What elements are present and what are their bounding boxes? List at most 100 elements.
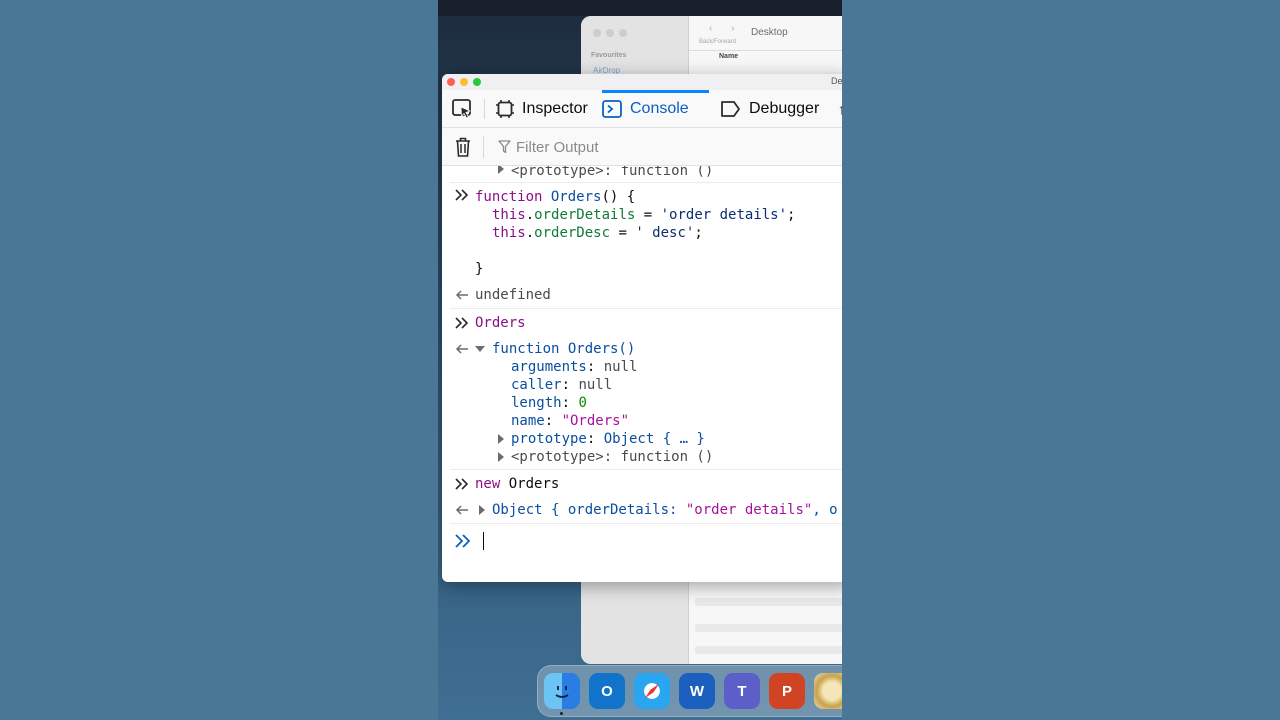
finder-icon[interactable] <box>544 673 580 709</box>
input-prompt-icon <box>455 189 469 201</box>
code-text: . <box>525 225 535 241</box>
photos-icon[interactable] <box>814 673 842 709</box>
running-indicator <box>560 712 563 715</box>
more-tabs-icon[interactable]: ↑ <box>838 90 842 128</box>
collapse-arrow-icon[interactable] <box>475 346 485 352</box>
prototype-entry[interactable]: <prototype>: function () <box>511 448 713 466</box>
tab-console[interactable]: Console <box>602 90 689 128</box>
property-value: 0 <box>578 395 587 411</box>
keyword: this <box>492 207 526 223</box>
keyword: function <box>475 189 543 205</box>
object-property[interactable]: prototype: Object { … } <box>511 430 705 448</box>
finder-close-button[interactable] <box>593 29 601 37</box>
safari-icon[interactable] <box>634 673 670 709</box>
console-input-line: new Orders <box>475 475 559 493</box>
finder-back-forward-label: Back/Forward <box>699 39 737 45</box>
object-result[interactable]: Object { orderDetails: "order details", … <box>492 501 838 519</box>
minimize-button[interactable] <box>460 78 468 86</box>
debugger-icon <box>721 101 740 117</box>
string-value: "order details" <box>685 502 813 518</box>
teams-letter: T <box>737 682 747 700</box>
element-picker-icon[interactable] <box>452 99 473 119</box>
console-input-line: } <box>475 261 484 277</box>
finder-row[interactable] <box>695 646 842 654</box>
devtools-window: De Inspector Console Debugger ↑ Filter O… <box>442 74 842 582</box>
outlook-icon[interactable]: O <box>589 673 625 709</box>
expand-arrow-icon[interactable] <box>498 434 504 444</box>
output-arrow-icon <box>455 290 468 300</box>
tab-inspector[interactable]: Inspector <box>496 90 588 128</box>
code-text: Orders <box>500 476 560 492</box>
object-property: arguments: null <box>511 358 637 376</box>
message-separator <box>450 523 842 524</box>
property-name: orderDesc <box>534 225 611 241</box>
filter-divider <box>483 136 484 158</box>
colon: : <box>544 413 562 429</box>
code-text: ; <box>787 207 796 223</box>
toolbar-divider <box>484 99 485 119</box>
powerpoint-icon[interactable]: P <box>769 673 805 709</box>
compass-icon <box>644 683 660 699</box>
output-arrow-icon <box>455 344 468 354</box>
finder-zoom-button[interactable] <box>619 29 627 37</box>
property-key: name <box>511 413 545 429</box>
filter-icon <box>498 140 511 154</box>
expand-arrow-icon[interactable] <box>479 505 485 515</box>
finder-row[interactable] <box>695 624 842 632</box>
tab-inspector-label: Inspector <box>522 100 588 117</box>
finder-name-column-header[interactable]: Name <box>719 53 738 60</box>
finder-favourites-heading: Favourites <box>591 52 627 59</box>
message-separator <box>450 182 842 183</box>
message-separator <box>450 469 842 470</box>
filter-output-input[interactable] <box>516 137 816 157</box>
tab-debugger[interactable]: Debugger <box>720 90 819 128</box>
tab-debugger-label: Debugger <box>749 100 820 117</box>
word-icon[interactable]: W <box>679 673 715 709</box>
finder-nav-arrows[interactable]: ‹ › <box>709 23 742 34</box>
code-text: ; <box>694 225 703 241</box>
word-letter: W <box>689 682 705 700</box>
function-object-header[interactable]: function Orders() <box>492 340 635 358</box>
expand-arrow-icon[interactable] <box>498 452 504 462</box>
console-output[interactable]: <prototype>: function () function Orders… <box>442 166 842 582</box>
output-arrow-icon <box>455 505 468 515</box>
code-text: () { <box>601 189 636 205</box>
colon: : <box>586 359 604 375</box>
close-button[interactable] <box>447 78 455 86</box>
colon: : <box>561 395 579 411</box>
function-name: Orders <box>550 189 602 205</box>
console-icon <box>602 100 622 118</box>
inspector-icon <box>496 100 514 118</box>
input-prompt-icon <box>455 317 469 329</box>
finder-title: Desktop <box>751 27 788 38</box>
input-prompt-icon <box>455 478 469 490</box>
keyword: this <box>492 225 526 241</box>
finder-divider <box>689 50 842 51</box>
finder-row[interactable] <box>695 598 842 606</box>
console-input-caret[interactable] <box>483 532 484 550</box>
finder-face-icon <box>555 686 569 698</box>
powerpoint-letter: P <box>781 682 792 700</box>
object-property: name: "Orders" <box>511 412 629 430</box>
code-text: = <box>610 225 636 241</box>
property-key: length <box>511 395 562 411</box>
string-literal: ' desc' <box>635 225 695 241</box>
finder-minimize-button[interactable] <box>606 29 614 37</box>
prototype-entry: <prototype>: function () <box>511 166 714 179</box>
teams-icon[interactable]: T <box>724 673 760 709</box>
string-literal: 'order details' <box>660 207 788 223</box>
blurred-background-left <box>0 0 438 720</box>
console-filter-bar <box>442 128 842 166</box>
devtools-titlebar: De <box>442 74 842 90</box>
expand-arrow-icon[interactable] <box>498 166 504 174</box>
message-separator <box>450 308 842 309</box>
object-property: length: 0 <box>511 394 587 412</box>
colon: : <box>586 431 604 447</box>
zoom-button[interactable] <box>473 78 481 86</box>
object-text: Object { orderDetails: <box>492 502 686 518</box>
trash-icon[interactable] <box>455 137 471 157</box>
blurred-background-right <box>842 0 1280 720</box>
property-value: null <box>578 377 613 393</box>
property-value: "Orders" <box>561 413 630 429</box>
code-text: . <box>525 207 535 223</box>
